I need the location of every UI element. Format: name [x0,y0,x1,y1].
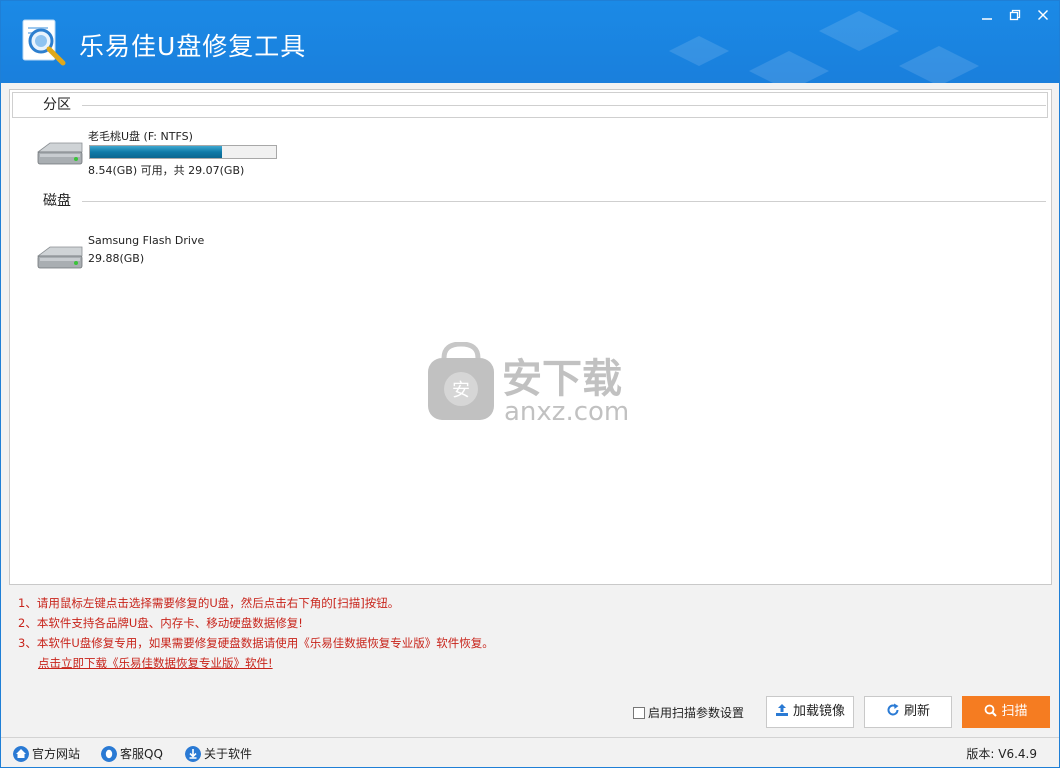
restore-icon [1009,9,1021,21]
watermark-domain: anxz.com [504,397,629,427]
instruction-line-1: 1、请用鼠标左键点击选择需要修复的U盘，然后点击右下角的[扫描]按钮。 [18,596,400,610]
background-pattern [669,11,979,83]
customer-qq-link[interactable]: 客服QQ [101,745,163,762]
watermark-logo: 安 安下载 anxz.com [428,342,629,427]
load-image-label: 加载镜像 [792,704,845,719]
close-button[interactable] [1031,7,1055,27]
search-icon [985,704,998,717]
customer-qq-label: 客服QQ [120,747,163,761]
disk-group-header[interactable]: 磁盘 [20,192,1046,210]
official-website-label: 官方网站 [32,747,81,761]
partition-item[interactable]: 老毛桃U盘 (F: NTFS) 8.54(GB) 可用，共 29.07(GB) [36,128,296,180]
disk-item[interactable]: Samsung Flash Drive 29.88(GB) [36,234,296,270]
home-icon [13,746,29,762]
instruction-line-2: 2、本软件支持各品牌U盘、内存卡、移动硬盘数据修复! [18,616,303,630]
app-logo-icon [22,19,66,66]
instruction-line-3: 3、本软件U盘修复专用，如果需要修复硬盘数据请使用《乐易佳数据恢复专业版》软件恢… [18,636,494,650]
divider [82,105,1046,106]
minimize-button[interactable] [975,7,999,27]
scan-params-label: 启用扫描参数设置 [648,706,745,720]
watermark-badge: 安 [452,380,470,401]
version-text: 版本: V6.4.9 [966,747,1037,761]
title-bar[interactable]: 乐易佳U盘修复工具 [1,1,1059,83]
usb-drive-icon [36,246,83,269]
scan-label: 扫描 [1001,704,1028,719]
restore-button[interactable] [1003,7,1027,27]
partition-name: 老毛桃U盘 (F: NTFS) [88,130,193,143]
scan-params-option[interactable]: 启用扫描参数设置 [633,704,744,721]
download-pro-link[interactable]: 点击立即下载《乐易佳数据恢复专业版》软件! [38,653,494,673]
instructions: 1、请用鼠标左键点击选择需要修复的U盘，然后点击右下角的[扫描]按钮。 2、本软… [18,593,494,673]
scan-params-checkbox[interactable] [633,707,645,719]
partition-usage-fill [90,146,223,158]
refresh-icon [887,703,899,716]
about-software-label: 关于软件 [204,747,253,761]
partition-group-header[interactable]: 分区 [20,96,1046,114]
partition-usage-bar [89,145,277,159]
about-software-link[interactable]: 关于软件 [185,745,252,762]
disk-size-text: 29.88(GB) [88,252,145,265]
official-website-link[interactable]: 官方网站 [13,745,80,762]
partition-usage-text: 8.54(GB) 可用，共 29.07(GB) [88,164,245,177]
disk-name: Samsung Flash Drive [88,234,205,247]
qq-icon [101,746,117,762]
refresh-label: 刷新 [903,704,930,719]
divider [82,201,1046,202]
app-title: 乐易佳U盘修复工具 [79,32,307,61]
scan-button[interactable]: 扫描 [962,696,1050,728]
partition-group-label: 分区 [43,97,71,113]
usb-drive-icon [36,142,83,165]
watermark-brand: 安下载 [502,356,622,402]
disk-group-label: 磁盘 [43,193,71,209]
load-image-button[interactable]: 加载镜像 [766,696,854,728]
app-window: 乐易佳U盘修复工具 分区 老毛桃U盘 (F: NTFS) 8.54(GB) 可用… [0,0,1060,768]
close-icon [1038,10,1048,20]
upload-icon [775,704,788,716]
download-icon [185,746,201,762]
refresh-button[interactable]: 刷新 [864,696,952,728]
minimize-icon [982,18,992,20]
device-list-panel: 分区 老毛桃U盘 (F: NTFS) 8.54(GB) 可用，共 29.07(G… [9,89,1052,585]
status-bar: 官方网站 客服QQ 关于软件 版本: V6.4.9 [1,737,1059,767]
